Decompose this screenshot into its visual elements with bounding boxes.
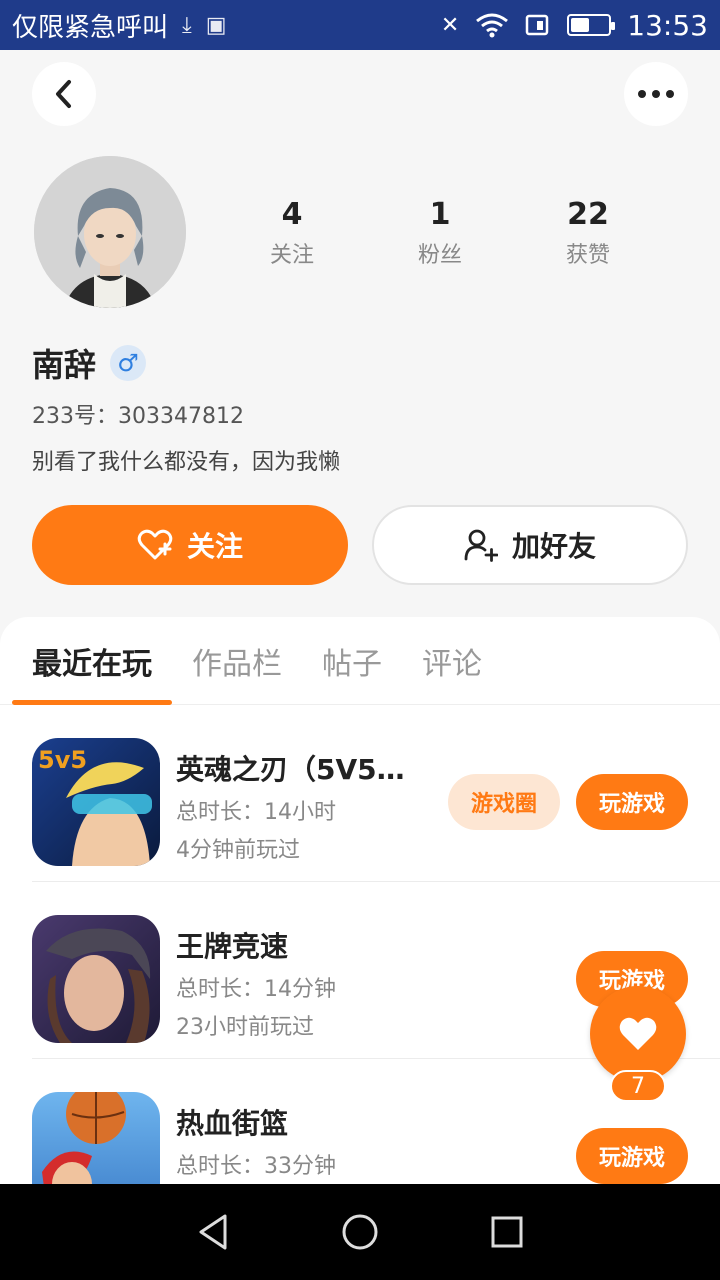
download-icon: ⤓	[182, 12, 192, 38]
back-nav-icon[interactable]	[193, 1212, 233, 1252]
stat-label: 关注	[269, 243, 314, 268]
tab-bar: 最近在玩 作品栏 帖子 评论	[0, 617, 720, 705]
more-dots-icon	[638, 90, 674, 98]
recents-nav-icon[interactable]	[487, 1212, 527, 1252]
divider	[32, 881, 720, 882]
content-card: 最近在玩 作品栏 帖子 评论 5v5 英魂之刃（5V5英… 总时长：14小时 4…	[0, 617, 720, 1184]
mute-icon: ✕	[440, 12, 460, 38]
user-id: 233号：303347812	[32, 404, 244, 429]
heart-icon	[619, 1017, 657, 1050]
heart-plus-icon	[137, 529, 173, 561]
back-button[interactable]	[32, 62, 96, 126]
stat-value: 22	[567, 197, 609, 232]
wifi-icon	[476, 13, 509, 38]
more-button[interactable]	[624, 62, 688, 126]
game-icon[interactable]	[32, 915, 160, 1043]
tab-comments[interactable]: 评论	[422, 617, 482, 705]
battery-icon	[567, 14, 616, 36]
status-bar: 仅限紧急呼叫 ⤓ ▣ ✕ 13:53	[0, 0, 720, 50]
carrier-text: 仅限紧急呼叫	[12, 12, 169, 43]
tab-works[interactable]: 作品栏	[192, 617, 282, 705]
tab-recently-played[interactable]: 最近在玩	[12, 617, 172, 705]
play-game-button[interactable]: 玩游戏	[576, 774, 688, 830]
game-icon[interactable]: 5v5	[32, 738, 160, 866]
play-game-button[interactable]: 玩游戏	[576, 1128, 688, 1184]
game-circle-button[interactable]: 游戏圈	[448, 774, 560, 830]
image-icon: ▣	[205, 12, 227, 38]
follow-label: 关注	[186, 530, 243, 563]
add-friend-button[interactable]: 加好友	[372, 505, 688, 585]
like-fab-button[interactable]	[590, 986, 686, 1082]
stat-value: 1	[429, 197, 451, 232]
home-nav-icon[interactable]	[340, 1212, 380, 1252]
game-duration: 总时长：14分钟	[176, 977, 336, 1002]
chevron-left-icon	[56, 80, 71, 108]
game-duration: 总时长：33分钟	[176, 1154, 336, 1179]
stat-following[interactable]: 4 关注	[218, 195, 366, 269]
game-last-played: 23小时前玩过	[176, 1015, 314, 1040]
stat-label: 获赞	[565, 243, 610, 268]
list-item[interactable]: 5v5 英魂之刃（5V5英… 总时长：14小时 4分钟前玩过 游戏圈 玩游戏	[0, 706, 720, 882]
username-row: 南辞 ♂	[32, 340, 147, 386]
add-user-icon	[464, 528, 498, 562]
clock: 13:53	[627, 8, 708, 42]
navigation-bar	[0, 1184, 720, 1280]
game-duration: 总时长：14小时	[176, 800, 336, 825]
stat-followers[interactable]: 1 粉丝	[366, 195, 514, 269]
like-count-badge: 7	[610, 1070, 666, 1102]
svg-text:5v5: 5v5	[38, 746, 87, 774]
game-name: 王牌竞速	[176, 930, 289, 963]
username: 南辞	[32, 346, 97, 384]
avatar[interactable]	[34, 156, 186, 308]
tab-posts[interactable]: 帖子	[322, 617, 382, 705]
add-friend-label: 加好友	[511, 530, 596, 563]
user-bio: 别看了我什么都没有，因为我懒	[32, 450, 341, 475]
game-name: 英魂之刃（5V5英…	[176, 753, 426, 786]
game-last-played: 4分钟前玩过	[176, 838, 300, 863]
stat-likes[interactable]: 22 获赞	[514, 195, 662, 269]
game-name: 热血街篮	[176, 1107, 289, 1140]
gender-male-icon: ♂	[110, 345, 147, 381]
game-icon[interactable]	[32, 1092, 160, 1184]
sim-icon	[526, 14, 549, 36]
stat-label: 粉丝	[417, 243, 462, 268]
follow-button[interactable]: 关注	[32, 505, 348, 585]
profile-stats: 4 关注 1 粉丝 22 获赞	[218, 195, 662, 269]
stat-value: 4	[281, 197, 303, 232]
